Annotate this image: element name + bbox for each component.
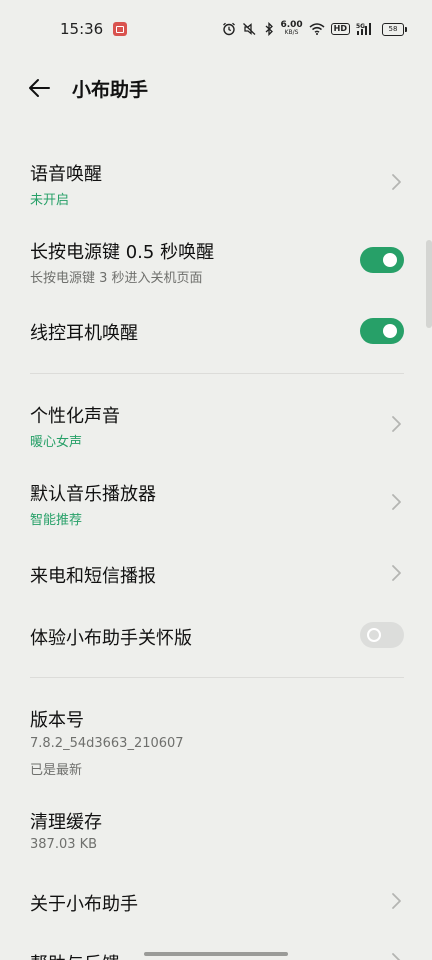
wired-headset-wakeup-title: 线控耳机唤醒 [30, 323, 138, 344]
mute-icon [243, 23, 256, 35]
voice-wakeup-status: 未开启 [30, 193, 70, 208]
clear-cache-size: 387.03 KB [30, 837, 98, 852]
status-bar: 15:36 6.00 KB/S HD 5G 58 [0, 0, 432, 58]
section-divider [30, 677, 404, 678]
clear-cache-title: 清理缓存 [30, 812, 102, 833]
chevron-right-icon [392, 174, 401, 190]
care-version-toggle[interactable] [360, 622, 404, 648]
chevron-right-icon [392, 893, 401, 909]
net-speed-value: 6.00 [280, 20, 303, 30]
home-indicator[interactable] [144, 952, 288, 956]
help-feedback-item[interactable]: 帮助与反馈 [0, 938, 432, 960]
app-header: 小布助手 [0, 58, 432, 118]
help-feedback-title: 帮助与反馈 [30, 950, 120, 960]
chevron-right-icon [392, 494, 401, 510]
personalized-voice-item[interactable]: 个性化声音 暖心女声 [0, 392, 432, 458]
about-title: 关于小布助手 [30, 894, 138, 915]
about-item[interactable]: 关于小布助手 [0, 876, 432, 928]
wifi-icon [309, 23, 325, 35]
toggle-knob [383, 324, 397, 338]
version-title: 版本号 [30, 710, 84, 731]
scrollbar[interactable] [426, 240, 432, 328]
hd-badge: HD [330, 23, 350, 35]
net-speed: 6.00 KB/S [280, 21, 302, 37]
signal-label: 5G [356, 23, 365, 30]
voice-wakeup-item[interactable]: 语音唤醒 未开启 [0, 150, 432, 216]
power-key-wakeup-subtitle: 长按电源键 3 秒进入关机页面 [30, 271, 203, 286]
status-time: 15:36 [60, 20, 104, 38]
call-sms-broadcast-title: 来电和短信播报 [30, 566, 156, 587]
toggle-knob [367, 628, 381, 642]
default-music-player-title: 默认音乐播放器 [30, 484, 156, 505]
power-key-wakeup-toggle[interactable] [360, 247, 404, 273]
default-music-player-item[interactable]: 默认音乐播放器 智能推荐 [0, 470, 432, 536]
power-key-wakeup-title: 长按电源键 0.5 秒唤醒 [30, 242, 215, 263]
call-sms-broadcast-item[interactable]: 来电和短信播报 [0, 548, 432, 600]
status-right: 6.00 KB/S HD 5G 58 [222, 21, 407, 37]
alarm-icon [223, 22, 236, 36]
screen-record-icon [113, 22, 128, 36]
care-version-title: 体验小布助手关怀版 [30, 628, 192, 649]
net-speed-unit: KB/S [284, 29, 299, 36]
personalized-voice-value: 暖心女声 [30, 435, 83, 450]
voice-wakeup-title: 语音唤醒 [30, 164, 102, 185]
power-key-wakeup-item: 长按电源键 0.5 秒唤醒 长按电源键 3 秒进入关机页面 [0, 228, 432, 294]
toggle-knob [383, 253, 397, 267]
signal-icon: 5G [356, 23, 371, 35]
wired-headset-wakeup-item: 线控耳机唤醒 [0, 304, 432, 358]
chevron-right-icon [392, 416, 401, 432]
default-music-player-value: 智能推荐 [30, 513, 83, 528]
chevron-right-icon [392, 565, 401, 581]
care-version-item: 体验小布助手关怀版 [0, 610, 432, 662]
section-divider [30, 373, 404, 374]
back-arrow-icon[interactable] [28, 78, 50, 98]
chevron-right-icon [392, 953, 401, 960]
battery-icon: 58 [382, 22, 407, 36]
bluetooth-icon [265, 22, 274, 36]
personalized-voice-title: 个性化声音 [30, 406, 120, 427]
clear-cache-item[interactable]: 清理缓存 387.03 KB [0, 798, 432, 864]
wired-headset-wakeup-toggle[interactable] [360, 318, 404, 344]
status-left: 15:36 [60, 20, 128, 38]
page-title: 小布助手 [72, 79, 149, 101]
version-item: 版本号 7.8.2_54d3663_210607 已是最新 [0, 696, 432, 786]
version-number: 7.8.2_54d3663_210607 [30, 736, 184, 751]
version-status: 已是最新 [30, 763, 83, 778]
